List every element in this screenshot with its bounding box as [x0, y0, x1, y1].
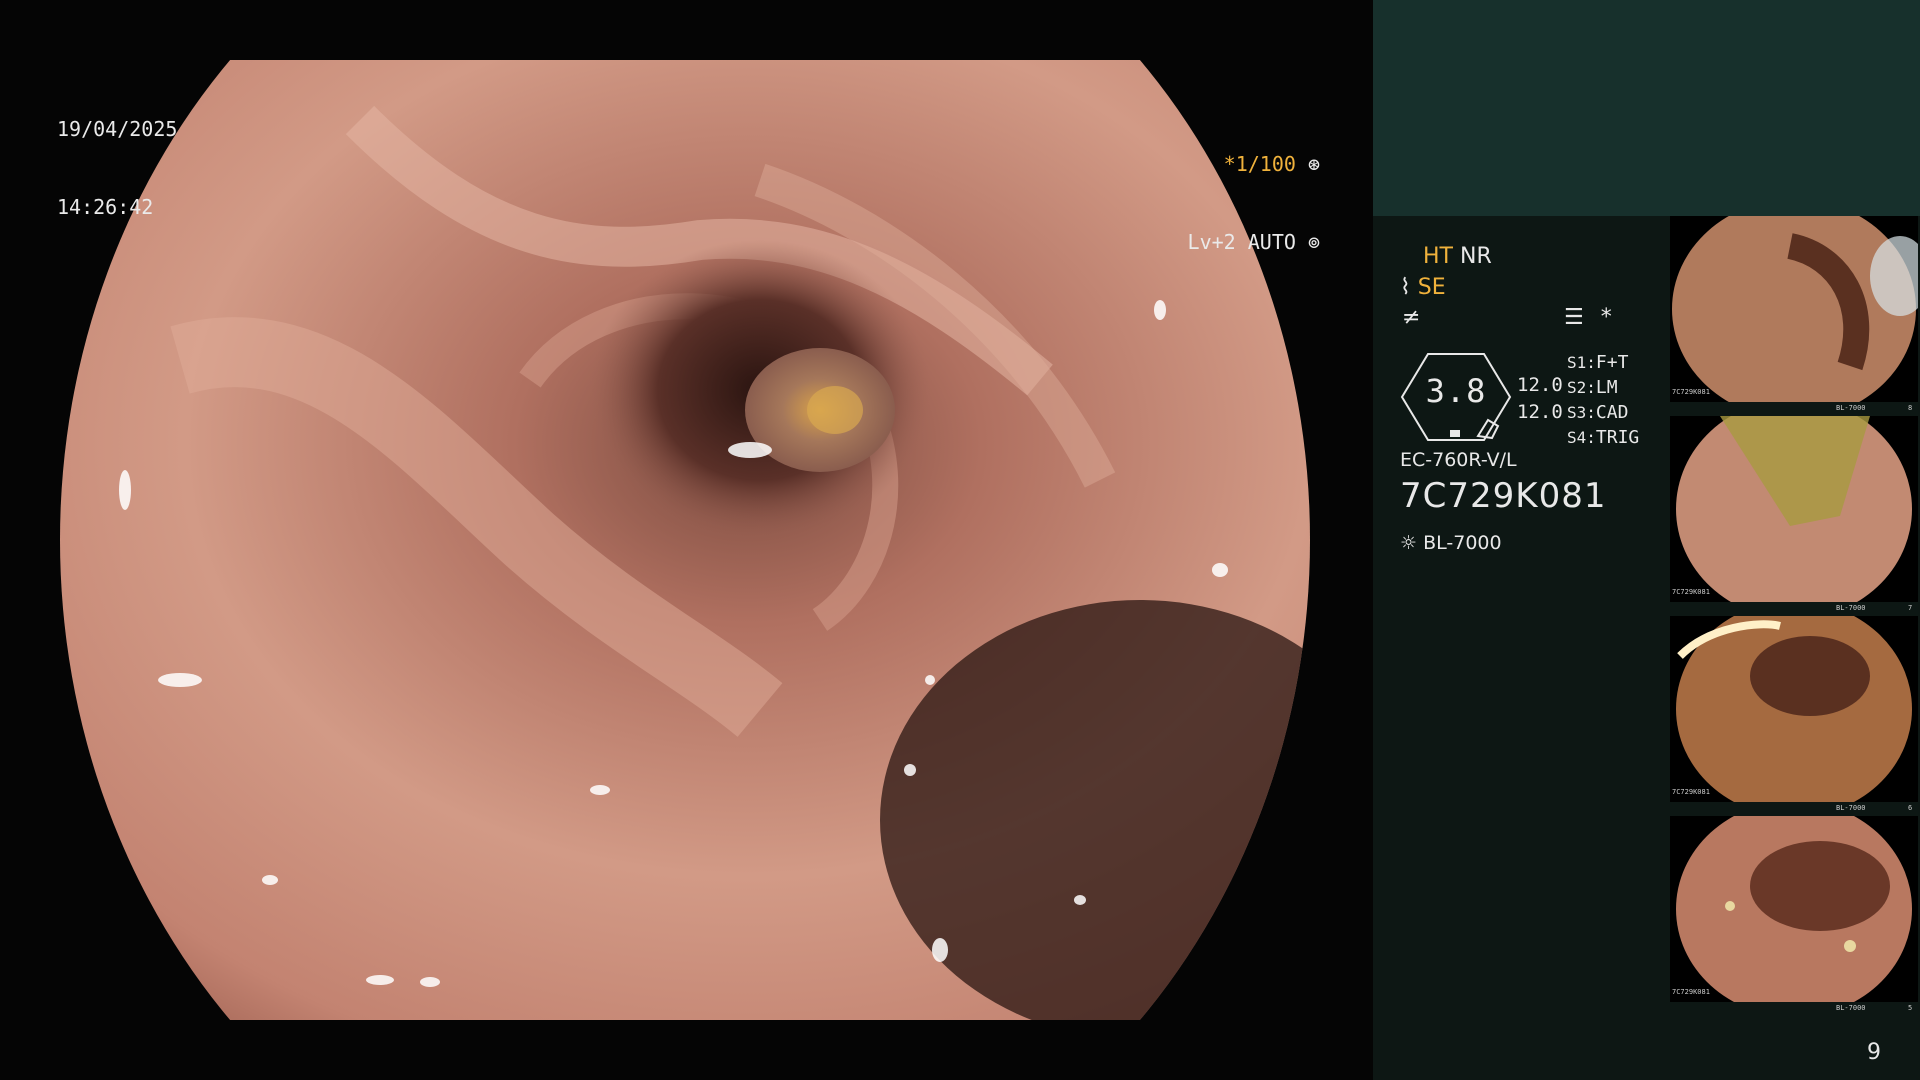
switch-label: S4:: [1567, 428, 1596, 447]
scope-model: EC-760R-V/L: [1400, 449, 1517, 471]
structure-enhance-icon: ⌇: [1400, 275, 1411, 300]
thumbnail-3-serial: 7C729K081: [1672, 788, 1710, 796]
exam-date: 19/04/2025: [57, 117, 178, 141]
thumbnail-2[interactable]: [1670, 416, 1918, 602]
scope-serial: 7C729K081: [1400, 476, 1607, 516]
thumbnail-2-index: 7: [1908, 604, 1913, 612]
star-indicator: *: [1600, 305, 1612, 330]
switch-label: S2:: [1567, 378, 1596, 397]
thumbnail-2-serial: 7C729K081: [1672, 588, 1710, 596]
switch-value: CAD: [1595, 402, 1629, 423]
iris-mode: Lv+2 AUTO: [1187, 230, 1296, 254]
value-1: 12.0: [1517, 374, 1563, 396]
switch-value: LM: [1595, 377, 1618, 398]
switch-label: S3:: [1567, 403, 1596, 422]
page-number: 9: [1867, 1040, 1881, 1065]
thumbnail-3[interactable]: [1670, 616, 1918, 802]
lamp-icon: ☼: [1400, 532, 1418, 554]
thumbnail-4-serial: 7C729K081: [1672, 988, 1710, 996]
light-source: BL-7000: [1423, 532, 1502, 554]
mode-ht: HT: [1423, 244, 1453, 269]
iris-icon: ⊚: [1307, 230, 1320, 254]
zoom-indicator: 3.8: [1400, 352, 1512, 442]
mode-se: SE: [1417, 275, 1446, 300]
value-2: 12.0: [1517, 401, 1563, 423]
switch-value: F+T: [1595, 352, 1629, 373]
thumbnail-3-light: BL-7000: [1836, 804, 1866, 812]
thumbnail-1-index: 8: [1908, 404, 1913, 412]
switch-label: S1:: [1567, 353, 1596, 372]
mucosa-image: [60, 60, 1310, 1020]
zoom-value: 3.8: [1425, 372, 1487, 410]
shutter-speed: *1/100: [1223, 152, 1296, 176]
mode-nr: NR: [1459, 244, 1492, 269]
thumbnail-1-serial: 7C729K081: [1672, 388, 1710, 396]
menu-icon: ☰: [1564, 305, 1584, 330]
shutter-icon: ⊛: [1307, 152, 1320, 176]
thumbnail-1-light: BL-7000: [1836, 404, 1866, 412]
exam-time: 14:26:42: [57, 195, 154, 219]
thumbnail-1[interactable]: [1670, 216, 1918, 402]
thumbnail-4-index: 5: [1908, 1004, 1913, 1012]
info-panel-header: [1373, 0, 1920, 216]
thumbnail-3-index: 6: [1908, 804, 1913, 812]
thumbnail-4[interactable]: [1670, 816, 1918, 1002]
thumbnail-4-light: BL-7000: [1836, 1004, 1866, 1012]
switch-list: S1:F+T S2:LM S3:CAD S4:TRIG: [1567, 350, 1639, 450]
thumbnail-2-light: BL-7000: [1836, 604, 1866, 612]
switch-value: TRIG: [1595, 427, 1640, 448]
color-icon: ≠: [1402, 305, 1421, 330]
endoscope-view: [60, 60, 1310, 1020]
